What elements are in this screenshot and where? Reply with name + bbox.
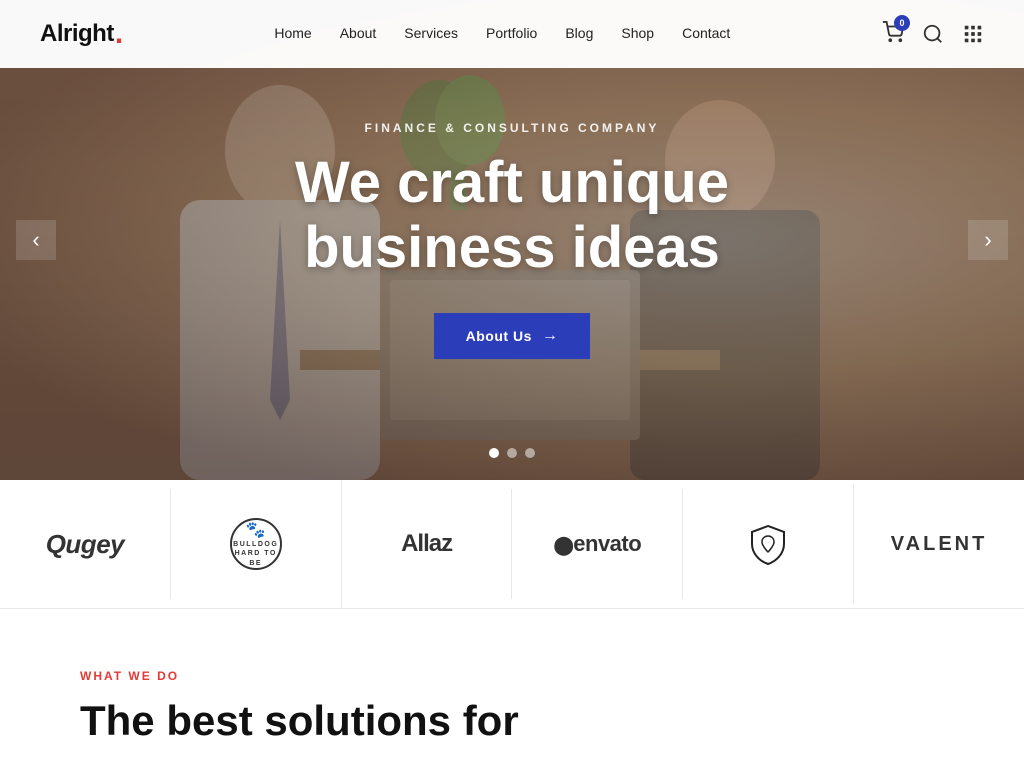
logo-text: Alright [40, 20, 114, 48]
brand-qugey: Qugey [0, 489, 171, 599]
brand-shield [683, 484, 854, 604]
nav-shop[interactable]: Shop [621, 25, 654, 41]
section-title-text: The best solutions for [80, 697, 519, 744]
hero-content: Finance & Consulting Company We craft un… [172, 121, 852, 359]
main-nav: Home About Services Portfolio Blog Shop … [274, 25, 730, 43]
nav-blog[interactable]: Blog [565, 25, 593, 41]
nav-contact[interactable]: Contact [682, 25, 730, 41]
qugey-logo: Qugey [46, 531, 124, 557]
shield-icon [746, 522, 790, 566]
slider-dot-1[interactable] [489, 448, 499, 458]
hero-cta-arrow-icon: → [542, 327, 559, 345]
envato-dot-icon: ⬤ [554, 535, 574, 555]
chevron-right-icon: › [984, 227, 991, 253]
hero-title-line2: business ideas [304, 215, 720, 280]
hero-title-line1: We craft unique [295, 150, 729, 215]
allaz-logo: Allaz [401, 532, 452, 556]
slider-prev-button[interactable]: ‹ [16, 220, 56, 260]
hero-title: We craft unique business ideas [172, 151, 852, 281]
logo-dot: . [115, 19, 123, 49]
chevron-left-icon: ‹ [32, 227, 39, 253]
slider-next-button[interactable]: › [968, 220, 1008, 260]
section-title: The best solutions for [80, 697, 944, 745]
nav-portfolio[interactable]: Portfolio [486, 25, 537, 41]
bulldog-face-icon: 🐾 [246, 520, 266, 540]
brand-valent: VALENT [854, 489, 1024, 599]
bulldog-circle: 🐾 BULLDOGHARD TO BE [230, 518, 282, 570]
nav-icons: 0 [882, 21, 984, 48]
brand-envato: ⬤envato [512, 489, 683, 599]
valent-logo: VALENT [891, 534, 988, 554]
hero-cta-button[interactable]: About Us → [434, 313, 591, 359]
site-logo[interactable]: Alright. [40, 19, 123, 49]
brands-section: Qugey 🐾 BULLDOGHARD TO BE Allaz ⬤envato … [0, 480, 1024, 609]
slider-dots [489, 448, 535, 458]
slider-dot-2[interactable] [507, 448, 517, 458]
section-tag: What We Do [80, 669, 944, 683]
hero-section: Finance & Consulting Company We craft un… [0, 0, 1024, 480]
hero-subtitle: Finance & Consulting Company [172, 121, 852, 135]
brand-allaz: Allaz [342, 489, 513, 599]
nav-services[interactable]: Services [404, 25, 458, 41]
cart-button[interactable]: 0 [882, 21, 904, 48]
brand-bulldog: 🐾 BULLDOGHARD TO BE [171, 480, 342, 608]
cart-badge: 0 [894, 15, 910, 31]
grid-icon[interactable] [962, 23, 984, 45]
slider-dot-3[interactable] [525, 448, 535, 458]
search-icon[interactable] [922, 23, 944, 45]
hero-cta-label: About Us [466, 328, 532, 344]
bulldog-logo: 🐾 BULLDOGHARD TO BE [230, 518, 282, 570]
shield-logo [746, 522, 790, 566]
nav-about[interactable]: About [340, 25, 377, 41]
nav-home[interactable]: Home [274, 25, 311, 41]
what-we-do-section: What We Do The best solutions for [0, 609, 1024, 775]
navbar: Alright. Home About Services Portfolio B… [0, 0, 1024, 68]
envato-logo: ⬤envato [554, 533, 642, 555]
